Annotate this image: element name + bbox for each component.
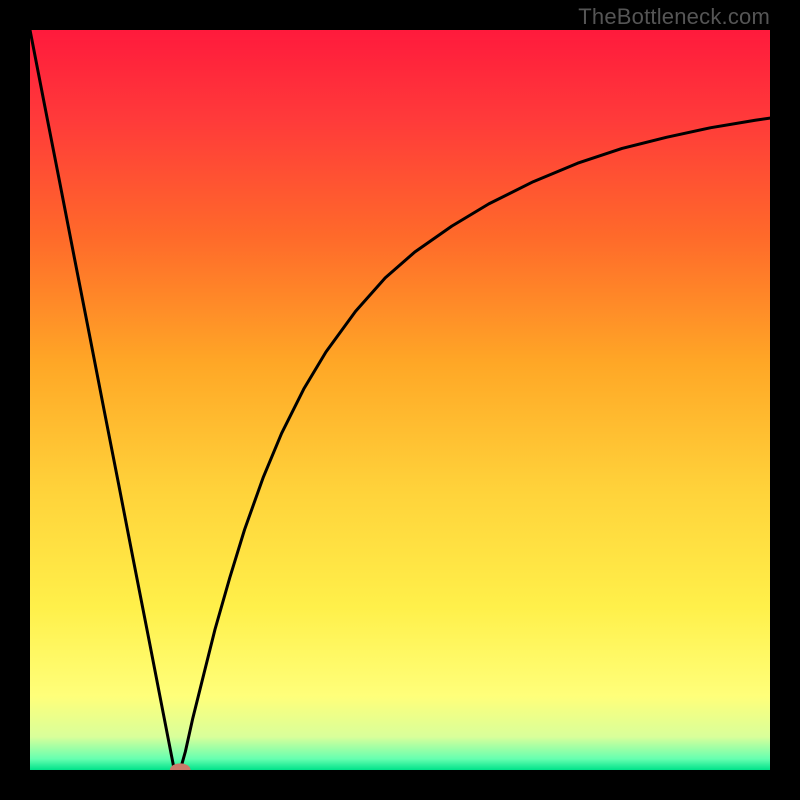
- chart-svg: [30, 30, 770, 770]
- plot-area: [30, 30, 770, 770]
- watermark-text: TheBottleneck.com: [578, 4, 770, 30]
- gradient-background: [30, 30, 770, 770]
- chart-frame: TheBottleneck.com: [0, 0, 800, 800]
